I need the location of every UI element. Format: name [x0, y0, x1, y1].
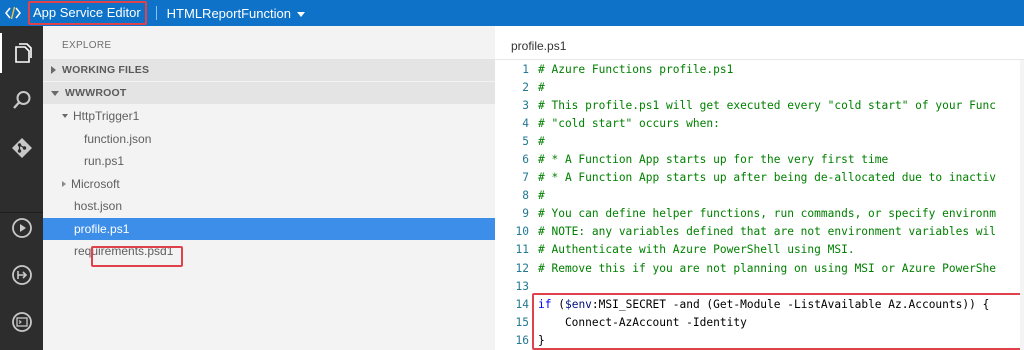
run-icon[interactable]	[0, 208, 43, 248]
working-files-label: WORKING FILES	[62, 64, 150, 76]
line-number: 11	[515, 243, 529, 257]
tree-item-label: function.json	[84, 131, 152, 146]
code-line: 12 # Remove this if you are not planning …	[495, 259, 1024, 277]
tree-item-label: profile.ps1	[74, 221, 130, 236]
code-line: 11 # Authenticate with Azure PowerShell u…	[495, 241, 1024, 259]
file-tree: HttpTrigger1 function.json run.ps1 Micro…	[43, 105, 495, 263]
tree-item-label: host.json	[74, 199, 123, 214]
function-name: HTMLReportFunction	[166, 5, 291, 21]
app-service-editor-logo-icon	[0, 0, 26, 26]
line-text: # You can define helper functions, run c…	[538, 207, 997, 221]
line-number: 12	[515, 261, 529, 275]
code-line: 7 # * A Function App starts up after bein…	[495, 169, 1024, 187]
tree-item-host-json[interactable]: host.json	[43, 195, 495, 218]
line-text: # * A Function App starts up after being…	[538, 171, 997, 185]
chevron-right-icon	[62, 180, 66, 187]
chevron-right-icon	[51, 66, 56, 74]
code-line: 1 # Azure Functions profile.ps1	[495, 60, 1024, 78]
title-bar: App Service Editor HTMLReportFunction	[0, 0, 1024, 26]
editor-scrollbar[interactable]	[1020, 60, 1024, 350]
line-text: # Authenticate with Azure PowerShell usi…	[538, 243, 855, 257]
editor-tab-title: profile.ps1	[511, 39, 567, 53]
tree-item-profile-ps1[interactable]: profile.ps1	[43, 217, 495, 240]
files-icon[interactable]	[0, 33, 43, 73]
code-editor[interactable]: profile.ps1 1 # Azure Functions profile.p…	[495, 26, 1024, 350]
line-number: 16	[515, 333, 529, 347]
line-number: 2	[522, 80, 529, 94]
tree-item-label: HttpTrigger1	[73, 109, 140, 124]
explorer-panel: EXPLORE WORKING FILES WWWROOT HttpTrigge…	[43, 26, 495, 350]
code-line: 2 #	[495, 78, 1024, 96]
tree-item-microsoft[interactable]: Microsoft	[43, 173, 495, 196]
working-files-section[interactable]: WORKING FILES	[43, 59, 495, 81]
code-line: 9 # You can define helper functions, run …	[495, 205, 1024, 223]
line-text: #	[538, 134, 545, 148]
line-number: 4	[522, 116, 529, 130]
code-line: 3 # This profile.ps1 will get executed ev…	[495, 96, 1024, 114]
code-line: 8 #	[495, 187, 1024, 205]
tree-item-label: run.ps1	[84, 154, 125, 169]
search-icon[interactable]	[0, 80, 43, 120]
chevron-down-icon	[296, 11, 305, 17]
git-icon[interactable]	[0, 128, 43, 168]
line-text: #	[538, 80, 545, 94]
line-number: 9	[522, 207, 529, 221]
line-text: # Azure Functions profile.ps1	[538, 62, 734, 76]
function-selector[interactable]: HTMLReportFunction	[167, 6, 305, 21]
highlight-box-profile	[91, 246, 183, 267]
chevron-down-icon	[51, 90, 59, 96]
line-number: 8	[522, 189, 529, 203]
console-icon[interactable]	[0, 302, 43, 342]
line-number: 7	[522, 171, 529, 185]
chevron-down-icon	[62, 114, 68, 119]
highlight-box-code	[532, 293, 1022, 350]
line-number: 5	[522, 134, 529, 148]
logout-icon[interactable]	[0, 255, 43, 295]
title-divider	[155, 6, 157, 20]
code-line: 4 # "cold start" occurs when:	[495, 114, 1024, 132]
tree-item-httptrigger1[interactable]: HttpTrigger1	[43, 105, 495, 128]
line-text: # Remove this if you are not planning on…	[538, 261, 997, 275]
tree-item-function-json[interactable]: function.json	[43, 128, 495, 151]
wwwroot-label: WWWROOT	[65, 87, 127, 99]
code-line: 10 # NOTE: any variables defined that are…	[495, 223, 1024, 241]
line-text: # * A Function App starts up for the ver…	[538, 153, 889, 167]
app-title: App Service Editor	[28, 1, 147, 25]
line-number: 1	[522, 62, 529, 76]
activity-bar	[0, 26, 43, 350]
line-number: 6	[522, 153, 529, 167]
tree-item-run-ps1[interactable]: run.ps1	[43, 150, 495, 173]
line-number: 3	[522, 98, 529, 112]
line-text: #	[538, 189, 545, 203]
line-number: 13	[515, 279, 529, 293]
tree-item-label: Microsoft	[71, 176, 120, 191]
line-text: # This profile.ps1 will get executed eve…	[538, 98, 997, 112]
line-text: # NOTE: any variables defined that are n…	[538, 225, 997, 239]
line-number: 14	[515, 297, 529, 311]
code-line: 6 # * A Function App starts up for the ve…	[495, 150, 1024, 168]
line-text: # "cold start" occurs when:	[538, 116, 720, 130]
line-number: 15	[515, 315, 529, 329]
wwwroot-section[interactable]: WWWROOT	[43, 82, 495, 104]
code-line: 5 #	[495, 132, 1024, 150]
explorer-header: EXPLORE	[62, 40, 112, 51]
line-number: 10	[515, 225, 529, 239]
